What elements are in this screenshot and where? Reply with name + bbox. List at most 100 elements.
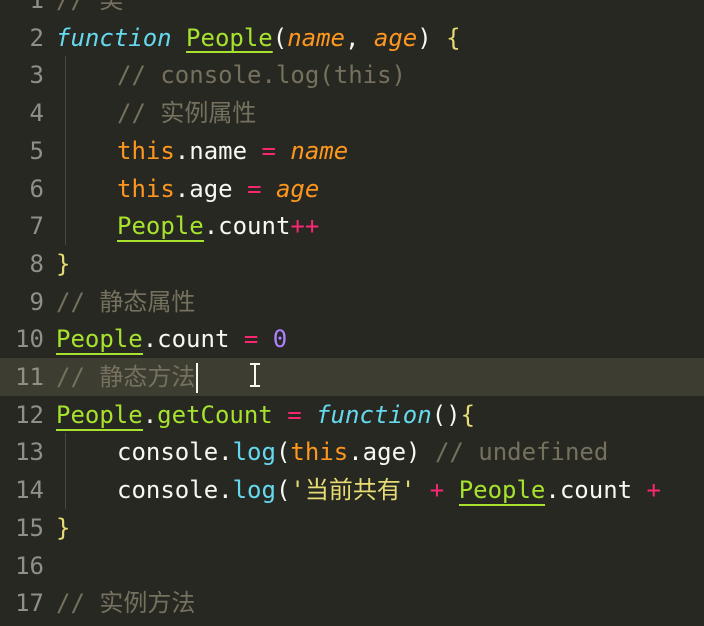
code-token: this	[290, 438, 349, 467]
code-line[interactable]: 16	[0, 547, 704, 585]
code-token: ,	[345, 23, 374, 52]
code-token: log	[232, 476, 276, 505]
line-code: People.count = 0	[56, 320, 287, 358]
indent-guide	[65, 56, 66, 95]
line-number: 1	[29, 0, 44, 14]
line-number: 2	[29, 23, 44, 52]
code-token: // undefined	[434, 438, 609, 467]
code-token: .	[203, 212, 219, 241]
line-code: // 实例属性	[117, 94, 256, 132]
code-token: People	[117, 212, 204, 243]
code-token: (	[275, 438, 291, 467]
code-token: // 实例属性	[117, 99, 257, 128]
code-line[interactable]: 7 People.count++	[0, 207, 704, 246]
code-line[interactable]: 15}	[0, 509, 704, 547]
code-line[interactable]: 1 // 类	[0, 0, 704, 19]
code-token: People	[56, 400, 143, 431]
code-token: }	[56, 249, 71, 278]
code-token: function	[316, 400, 432, 429]
line-code: function People(name, age) {	[56, 19, 461, 57]
code-line[interactable]: 6 this.age = age	[0, 169, 704, 208]
code-token: console	[117, 438, 219, 467]
code-token: )	[406, 438, 421, 467]
indent-guide	[65, 131, 66, 170]
code-line[interactable]: 17 // 实例方法	[0, 584, 704, 622]
code-token: // 静态方法	[56, 363, 196, 391]
line-code: this.name = name	[117, 132, 348, 170]
code-line[interactable]: 3 // console.log(this)	[0, 56, 704, 95]
code-token: .	[174, 136, 190, 165]
line-number: 10	[15, 325, 44, 354]
code-token: ++	[290, 212, 320, 241]
code-token: People	[458, 476, 546, 507]
line-code: // console.log(this)	[117, 56, 406, 94]
code-token: {	[446, 23, 461, 52]
code-line[interactable]: 5 this.name = name	[0, 131, 704, 170]
line-code: People.getCount = function(){	[56, 396, 475, 434]
code-token: // 实例方法	[56, 589, 196, 618]
line-code: // 静态属性	[56, 283, 195, 321]
code-token: =	[243, 325, 259, 354]
code-token: =	[287, 400, 302, 429]
line-number: 11	[15, 363, 44, 391]
line-code: // 类	[56, 0, 123, 19]
line-number: 4	[29, 99, 44, 128]
code-line[interactable]: 4 // 实例属性	[0, 94, 704, 133]
code-token: )	[417, 23, 432, 52]
code-line[interactable]: 14 console.log('当前共有' + People.count +	[0, 471, 704, 510]
code-token: =	[261, 136, 276, 165]
code-line[interactable]: 10 People.count = 0	[0, 320, 704, 358]
code-token: +	[646, 476, 661, 505]
code-line[interactable]: 12 People.getCount = function(){	[0, 396, 704, 434]
code-line[interactable]: 8}	[0, 245, 704, 283]
code-line[interactable]: 2 function People(name, age) {	[0, 19, 704, 57]
code-token: // console.log(this)	[117, 61, 406, 90]
code-token: .	[348, 438, 363, 467]
line-number: 8	[29, 249, 44, 278]
code-token: (	[272, 23, 288, 52]
code-token: +	[429, 476, 445, 505]
code-token: .	[142, 325, 158, 354]
code-token: // 类	[56, 0, 124, 14]
code-token: .	[218, 438, 233, 467]
code-token: {	[460, 400, 476, 429]
code-token: this	[117, 174, 175, 203]
code-token: People	[186, 23, 273, 52]
code-token: getCount	[157, 400, 273, 429]
code-token: this	[117, 136, 175, 165]
code-token: age	[275, 174, 320, 203]
code-token: age	[362, 438, 407, 467]
indent-guide	[65, 169, 66, 208]
code-token: .	[218, 476, 233, 505]
line-number: 17	[15, 589, 44, 618]
line-number: 14	[15, 476, 44, 505]
line-number: 12	[15, 400, 44, 429]
code-line[interactable]: 13 console.log(this.age) // undefined	[0, 433, 704, 472]
indent-guide	[65, 207, 66, 246]
code-token: count	[218, 212, 291, 241]
code-editor[interactable]: 1// 类 2 function People(name, age) {3// co…	[0, 0, 704, 626]
code-token: console	[117, 476, 219, 505]
code-line[interactable]: 9 // 静态属性	[0, 283, 704, 321]
line-code: this.age = age	[117, 170, 319, 208]
indent-guide	[65, 433, 66, 472]
code-line[interactable]: 11 // 静态方法	[0, 358, 704, 396]
code-token: name	[287, 23, 345, 52]
line-code: People.count++	[117, 207, 319, 245]
line-number: 7	[29, 212, 44, 241]
code-token: count	[157, 325, 230, 354]
code-token: .	[174, 174, 190, 203]
code-token: }	[56, 513, 71, 542]
